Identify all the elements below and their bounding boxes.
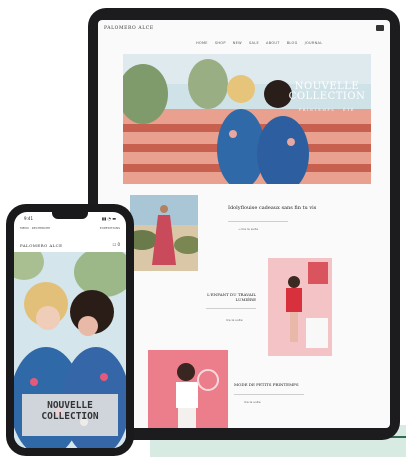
article-title-1[interactable]: Idolyflouise cadeaux sans fin tu vis xyxy=(228,205,316,211)
article-title-2[interactable]: L'ENFANT DU TRAVAIL LUMIÈRE xyxy=(198,292,256,302)
tablet-hero-title: NOUVELLE COLLECTION xyxy=(282,82,372,102)
tablet-hero-subtitle: PRINTEMPS · ÉTÉ xyxy=(299,108,355,112)
phone-hero-title-line1: NOUVELLE xyxy=(47,400,93,411)
cart-icon[interactable]: ☐ 0 xyxy=(113,242,120,247)
nav-item-sale[interactable]: SALE xyxy=(249,41,259,45)
nav-item-about[interactable]: ABOUT xyxy=(266,41,280,45)
phone-hero-title: NOUVELLE COLLECTION xyxy=(22,400,118,422)
phone-brand-logo[interactable]: PALOMERO ALCE xyxy=(20,243,62,248)
hero-title-line2: COLLECTION xyxy=(288,91,366,102)
article-link-2[interactable]: lire la suite xyxy=(226,318,243,322)
article-image-2[interactable] xyxy=(268,258,332,356)
menu-search-link[interactable]: MENU · RECHERCHE xyxy=(20,226,50,230)
article-image-3[interactable] xyxy=(148,350,228,428)
hero-photo-icon xyxy=(123,54,371,184)
pink-room-photo-icon xyxy=(268,258,332,356)
phone-screen: 9:41 ▮▮ ◔ ▬ MENU · RECHERCHE EXPEDITIONS… xyxy=(14,212,126,448)
article-divider-2 xyxy=(206,308,256,309)
article-title-3[interactable]: MODE DE PETITS PRINTEMPS xyxy=(234,382,299,387)
status-icons: ▮▮ ◔ ▬ xyxy=(101,216,116,221)
article-link-3[interactable]: lire la suite xyxy=(244,400,261,404)
nav-item-journal[interactable]: JOURNAL xyxy=(305,41,323,45)
status-time: 9:41 xyxy=(24,216,33,221)
article-link-1[interactable]: → lire la suite xyxy=(238,227,258,231)
tablet-screen: PALOMERO ALCE HOME SHOP NEW SALE ABOUT B… xyxy=(98,20,390,428)
nav-item-new[interactable]: NEW xyxy=(233,41,242,45)
phone-notch xyxy=(52,212,88,219)
desert-photo-icon xyxy=(130,195,198,271)
tablet-nav: HOME SHOP NEW SALE ABOUT BLOG JOURNAL xyxy=(196,41,322,45)
nav-item-home[interactable]: HOME xyxy=(196,41,208,45)
tablet-hero-banner[interactable] xyxy=(123,54,371,184)
article-divider-3 xyxy=(234,394,304,395)
tablet-brand-logo[interactable]: PALOMERO ALCE xyxy=(104,26,154,31)
shipping-link[interactable]: EXPEDITIONS xyxy=(100,226,120,230)
nav-item-shop[interactable]: SHOP xyxy=(215,41,226,45)
pink-portrait-photo-icon xyxy=(148,350,228,428)
phone-hero-title-line2: COLLECTION xyxy=(41,411,99,422)
bag-icon[interactable] xyxy=(376,25,384,31)
article-image-1[interactable] xyxy=(130,195,198,271)
article-divider-1 xyxy=(228,221,288,222)
nav-item-blog[interactable]: BLOG xyxy=(287,41,298,45)
